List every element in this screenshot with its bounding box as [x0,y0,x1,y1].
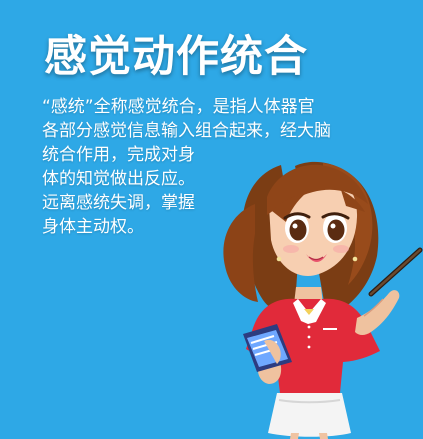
teacher-character-icon [223,161,423,439]
body-text-line-2: 各部分感觉信息输入组合起来，经大脑 [42,121,331,141]
info-card: 感觉动作统合 “感统”全称感觉统合，是指人体器官 各部分感觉信息输入组合起来，经… [0,0,423,439]
page-title: 感觉动作统合 [44,32,308,82]
pointer-stick-icon [368,247,423,297]
body-text-line-3: 统合作用，完成对身 [42,145,195,165]
body-text-line-6: 身体主动权。 [42,217,144,237]
body-text-line-4: 体的知觉做出反应。 [42,169,195,189]
body-text-line-5: 远离感统失调，掌握 [42,193,195,213]
body-text-line-1: “感统”全称感觉统合，是指人体器官 [42,97,315,117]
